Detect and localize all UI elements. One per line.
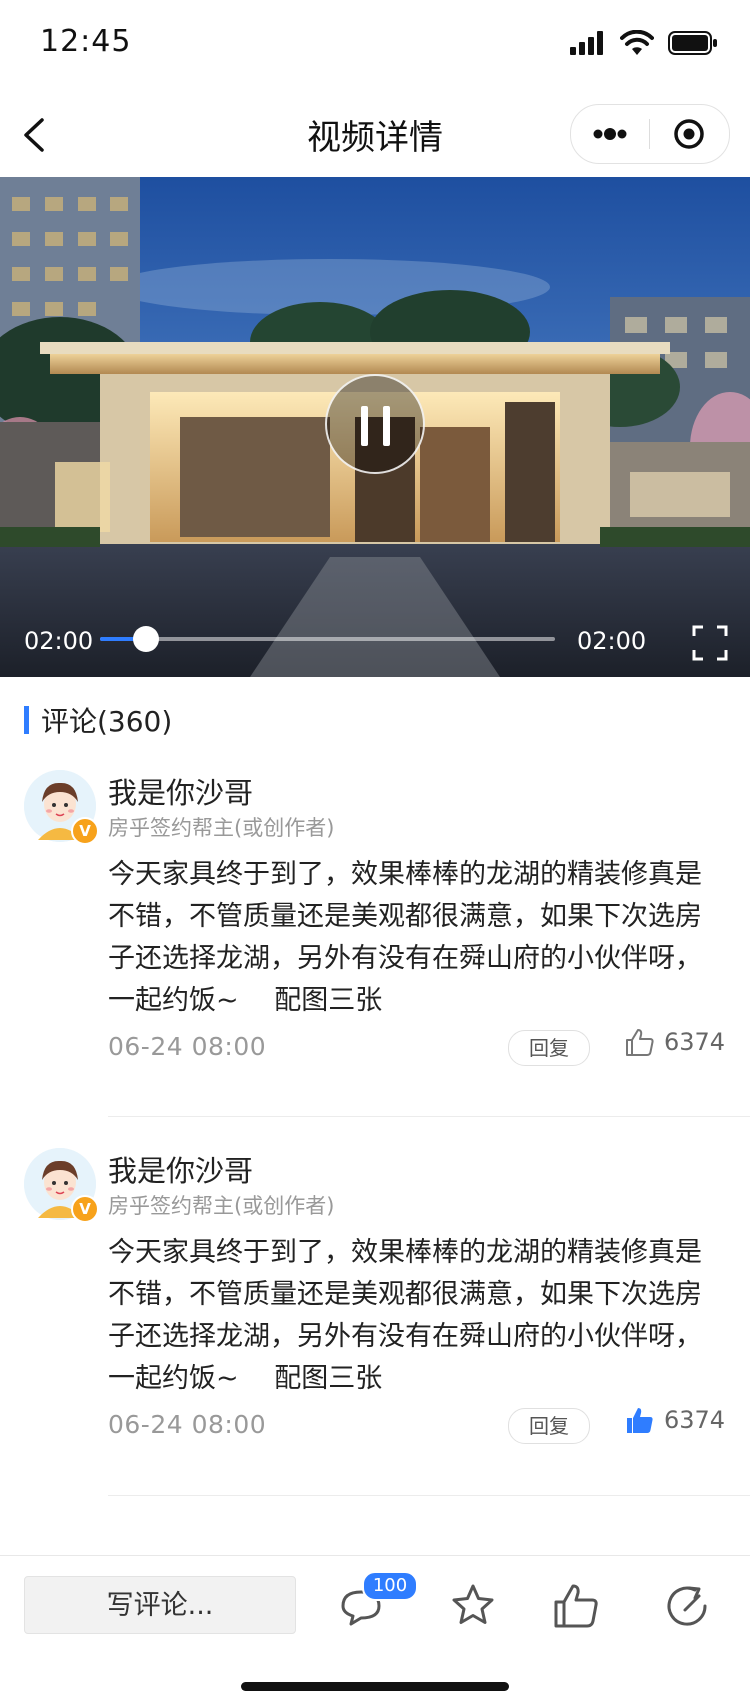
more-dots-icon <box>593 128 627 140</box>
wifi-icon <box>620 30 654 55</box>
fullscreen-icon <box>692 625 728 661</box>
like-button[interactable]: 6374 <box>624 1404 725 1436</box>
status-icons <box>570 30 718 56</box>
comment-body: 今天家具终于到了，效果棒棒的龙湖的精装修真是不错，不管质量还是美观都很满意，如果… <box>108 859 702 1016</box>
miniprogram-capsule <box>570 104 730 164</box>
thumbs-up-outline-icon <box>626 1029 654 1056</box>
like-button[interactable]: 6374 <box>624 1026 725 1058</box>
comment-divider <box>108 1116 750 1117</box>
avatar[interactable]: V <box>24 1148 99 1223</box>
comments-header: 评论(360) <box>24 700 172 740</box>
comment-author-name[interactable]: 我是你沙哥 <box>108 770 253 812</box>
nav-bar: 视频详情 <box>0 90 750 178</box>
comment-time: 06-24 08:00 <box>108 1410 267 1439</box>
like-count: 6374 <box>664 1028 726 1056</box>
reply-button[interactable]: 回复 <box>508 1408 590 1444</box>
video-controls: 02:00 02:00 <box>0 597 750 677</box>
comment-author-role: 房乎签约帮主(或创作者) <box>108 1194 335 1218</box>
comment-count-badge: 100 <box>362 1571 418 1601</box>
video-player[interactable]: 02:00 02:00 <box>0 177 750 677</box>
verified-badge: V <box>71 817 99 845</box>
like-video-button[interactable] <box>546 1576 606 1636</box>
thumbs-up-icon <box>554 1584 598 1628</box>
thumbs-up-filled-icon <box>627 1408 653 1433</box>
home-indicator[interactable] <box>241 1682 509 1691</box>
pause-button[interactable] <box>325 374 425 474</box>
pause-icon <box>383 406 390 446</box>
write-comment-button[interactable]: 写评论... <box>24 1576 296 1634</box>
comment-author-name[interactable]: 我是你沙哥 <box>108 1148 253 1190</box>
verified-badge: V <box>71 1195 99 1223</box>
comment-body: 今天家具终于到了，效果棒棒的龙湖的精装修真是不错，不管质量还是美观都很满意，如果… <box>108 1237 702 1394</box>
share-button[interactable] <box>659 1576 719 1636</box>
duration-time: 02:00 <box>577 627 647 655</box>
section-accent-bar <box>24 706 29 734</box>
target-icon <box>674 119 704 149</box>
comment-time: 06-24 08:00 <box>108 1032 267 1061</box>
comment-author-role: 房乎签约帮主(或创作者) <box>108 816 335 840</box>
favorite-button[interactable] <box>443 1576 503 1636</box>
like-count: 6374 <box>664 1406 726 1434</box>
close-miniprogram-button[interactable] <box>651 105 729 163</box>
more-button[interactable] <box>571 105 649 163</box>
capsule-divider <box>649 119 650 149</box>
share-icon <box>667 1586 707 1626</box>
progress-track[interactable] <box>100 626 555 652</box>
progress-thumb[interactable] <box>132 626 159 652</box>
status-time: 12:45 <box>40 24 132 59</box>
star-icon <box>452 1584 494 1624</box>
fullscreen-button[interactable] <box>692 625 728 661</box>
avatar[interactable]: V <box>24 770 99 845</box>
comments-count-title: 评论(360) <box>41 705 173 738</box>
pause-icon <box>361 406 368 446</box>
current-time: 02:00 <box>24 627 94 655</box>
comment-divider <box>108 1495 750 1496</box>
signal-icon <box>570 31 603 55</box>
battery-icon <box>668 31 717 55</box>
reply-button[interactable]: 回复 <box>508 1030 590 1066</box>
status-bar: 12:45 <box>0 0 750 90</box>
